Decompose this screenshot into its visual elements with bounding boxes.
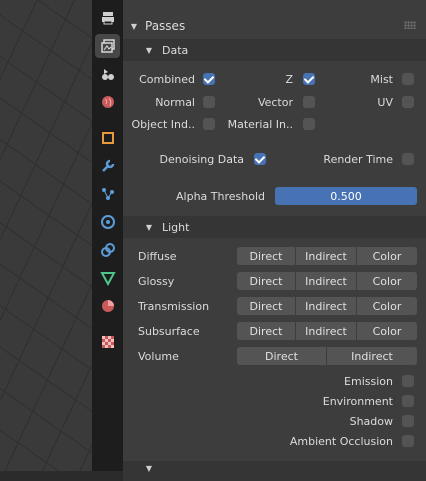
diffuse-direct-button[interactable]: Direct: [237, 247, 296, 265]
3d-viewport-grid[interactable]: [0, 0, 92, 471]
particles-tab[interactable]: [95, 182, 120, 206]
transmission-indirect-button[interactable]: Indirect: [296, 297, 357, 315]
diffuse-color-button[interactable]: Color: [357, 247, 417, 265]
material-tab[interactable]: [95, 294, 120, 318]
object-tab[interactable]: [95, 126, 120, 150]
subsurface-label: Subsurface: [138, 325, 200, 338]
environment-label: Environment: [322, 395, 393, 408]
subsurface-indirect-button[interactable]: Indirect: [296, 322, 357, 340]
texture-tab[interactable]: [95, 330, 120, 354]
collapse-triangle-icon: ▼: [145, 45, 153, 55]
vector-checkbox[interactable]: [303, 96, 315, 108]
material-index-checkbox[interactable]: [303, 118, 315, 130]
world-icon: [101, 96, 114, 108]
scene-icon: [101, 69, 114, 80]
volume-indirect-button[interactable]: Indirect: [327, 347, 417, 365]
transmission-color-button[interactable]: Color: [357, 297, 417, 315]
light-title: Light: [162, 220, 190, 234]
mist-label: Mist: [370, 73, 393, 86]
ambient-occlusion-label: Ambient Occlusion: [289, 435, 393, 448]
image-stack-icon: [100, 39, 115, 53]
wrench-icon: [101, 159, 114, 172]
scene-tab[interactable]: [95, 62, 120, 86]
alpha-threshold-label: Alpha Threshold: [176, 190, 265, 203]
glossy-color-button[interactable]: Color: [357, 272, 417, 290]
ambient-occlusion-checkbox[interactable]: [402, 435, 414, 447]
vector-label: Vector: [257, 96, 293, 109]
constraint-icon: [100, 243, 115, 257]
world-tab[interactable]: [95, 90, 120, 114]
light-subpanel-header[interactable]: ▼ Light: [123, 216, 426, 238]
mesh-data-icon: [99, 272, 116, 286]
properties-tab-bar: [92, 0, 123, 471]
collapse-triangle-icon: ▼: [145, 222, 153, 232]
collapse-triangle-icon: ▼: [145, 463, 153, 473]
physics-icon: [100, 215, 115, 229]
shadow-label: Shadow: [349, 415, 393, 428]
printer-icon: [101, 12, 114, 25]
glossy-label: Glossy: [138, 275, 175, 288]
diffuse-label: Diffuse: [138, 250, 177, 263]
data-title: Data: [162, 43, 189, 57]
object-index-label: Object Ind..: [131, 118, 195, 131]
volume-label: Volume: [138, 350, 179, 363]
emission-label: Emission: [344, 375, 393, 388]
normal-label: Normal: [155, 96, 195, 109]
z-label: Z: [285, 73, 293, 86]
constraints-tab[interactable]: [95, 238, 120, 262]
checker-texture-icon: [101, 336, 114, 348]
output-tab[interactable]: [95, 6, 120, 30]
subsurface-color-button[interactable]: Color: [357, 322, 417, 340]
modifier-tab[interactable]: [95, 154, 120, 178]
environment-checkbox[interactable]: [402, 395, 414, 407]
object-data-tab[interactable]: [95, 266, 120, 290]
uv-checkbox[interactable]: [402, 96, 414, 108]
data-subpanel-header[interactable]: ▼ Data: [123, 39, 426, 61]
glossy-indirect-button[interactable]: Indirect: [296, 272, 357, 290]
render-time-label: Render Time: [323, 153, 393, 166]
uv-label: UV: [377, 96, 393, 109]
view-layer-tab[interactable]: [95, 34, 120, 58]
render-time-checkbox[interactable]: [402, 153, 414, 165]
glossy-direct-button[interactable]: Direct: [237, 272, 296, 290]
alpha-threshold-slider[interactable]: 0.500: [275, 187, 417, 205]
diffuse-indirect-button[interactable]: Indirect: [296, 247, 357, 265]
collapse-triangle-icon: ▼: [130, 21, 138, 31]
passes-title: Passes: [145, 19, 186, 33]
material-icon: [101, 300, 114, 312]
alpha-threshold-value: 0.500: [330, 189, 362, 203]
subsurface-direct-button[interactable]: Direct: [237, 322, 296, 340]
normal-checkbox[interactable]: [203, 96, 215, 108]
particles-icon: [101, 188, 114, 200]
properties-panel: ▼ Passes ▼ Data Combined Z Mist Normal V…: [123, 0, 426, 481]
physics-tab[interactable]: [95, 210, 120, 234]
transmission-label: Transmission: [138, 300, 210, 313]
clipped-previous-row: [273, 0, 423, 4]
shadow-checkbox[interactable]: [402, 415, 414, 427]
volume-direct-button[interactable]: Direct: [237, 347, 327, 365]
transmission-direct-button[interactable]: Direct: [237, 297, 296, 315]
z-checkbox[interactable]: [303, 73, 315, 85]
denoising-data-label: Denoising Data: [159, 153, 245, 166]
combined-checkbox[interactable]: [203, 73, 215, 85]
passes-panel-header[interactable]: ▼ Passes: [123, 16, 426, 36]
emission-checkbox[interactable]: [402, 375, 414, 387]
material-index-label: Material In..: [227, 118, 293, 131]
object-icon: [101, 132, 114, 144]
denoising-data-checkbox[interactable]: [254, 153, 266, 165]
next-subpanel-header[interactable]: ▼: [123, 461, 426, 481]
mist-checkbox[interactable]: [402, 73, 414, 85]
drag-handle-icon[interactable]: [404, 21, 416, 29]
combined-label: Combined: [139, 73, 195, 86]
